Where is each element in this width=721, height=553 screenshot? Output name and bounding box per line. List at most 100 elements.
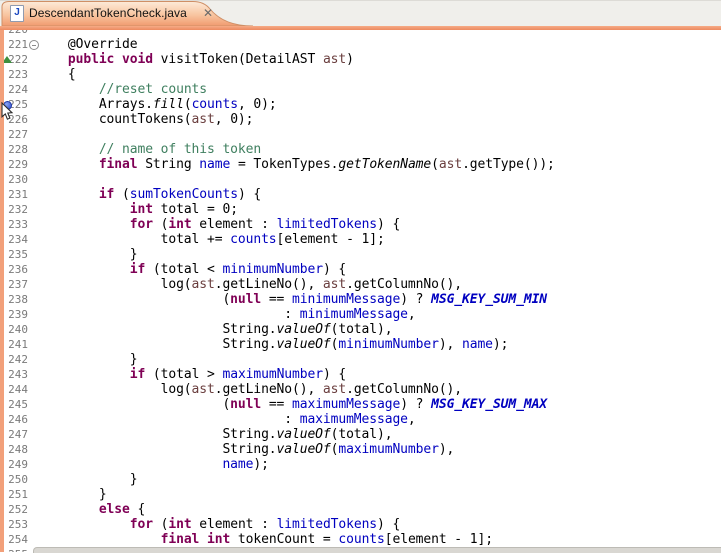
- code-line[interactable]: 221 @Override: [0, 37, 721, 52]
- code-token: ) {: [323, 367, 346, 382]
- code-text: }: [37, 487, 107, 502]
- code-line[interactable]: 248 String.valueOf(maximumNumber),: [0, 442, 721, 457]
- code-line[interactable]: 223 {: [0, 67, 721, 82]
- line-number[interactable]: 247: [0, 427, 28, 442]
- code-line[interactable]: 252 else {: [0, 502, 721, 517]
- code-text: final String name = TokenTypes.getTokenN…: [37, 157, 555, 172]
- line-number[interactable]: 231: [0, 187, 28, 202]
- line-number[interactable]: 221: [0, 37, 28, 52]
- code-line[interactable]: 239 : minimumMessage,: [0, 307, 721, 322]
- tab-bar-accent-border: [0, 26, 721, 30]
- code-line[interactable]: 251 }: [0, 487, 721, 502]
- line-number[interactable]: 246: [0, 412, 28, 427]
- code-line[interactable]: 230: [0, 172, 721, 187]
- code-text: {: [37, 67, 76, 82]
- code-token: minimumNumber: [338, 337, 438, 352]
- code-line[interactable]: 246 : maximumMessage,: [0, 412, 721, 427]
- breakpoint-icon[interactable]: [3, 101, 12, 110]
- code-text: if (total < minimumNumber) {: [37, 262, 346, 277]
- code-text: public void visitToken(DetailAST ast): [37, 52, 354, 67]
- code-text: }: [37, 472, 137, 487]
- line-number[interactable]: 254: [0, 532, 28, 547]
- code-line[interactable]: 236 if (total < minimumNumber) {: [0, 262, 721, 277]
- editor-left-accent-border: [0, 30, 4, 552]
- line-number[interactable]: 230: [0, 172, 28, 187]
- line-number[interactable]: 255: [0, 547, 28, 552]
- code-token: (: [431, 157, 439, 172]
- code-line[interactable]: 250 }: [0, 472, 721, 487]
- line-number[interactable]: 252: [0, 502, 28, 517]
- code-line[interactable]: 235 }: [0, 247, 721, 262]
- tab-close-icon[interactable]: ✕: [203, 6, 213, 20]
- code-line[interactable]: 227: [0, 127, 721, 142]
- code-line[interactable]: 245 (null == maximumMessage) ? MSG_KEY_S…: [0, 397, 721, 412]
- line-number[interactable]: 238: [0, 292, 28, 307]
- code-line[interactable]: 242 }: [0, 352, 721, 367]
- code-line[interactable]: 233 for (int element : limitedTokens) {: [0, 217, 721, 232]
- line-number[interactable]: 243: [0, 367, 28, 382]
- code-text: for (int element : limitedTokens) {: [37, 217, 400, 232]
- code-line[interactable]: 238 (null == minimumMessage) ? MSG_KEY_S…: [0, 292, 721, 307]
- code-line[interactable]: 247 String.valueOf(total),: [0, 427, 721, 442]
- code-token: String.: [37, 442, 277, 457]
- line-number[interactable]: 239: [0, 307, 28, 322]
- code-line[interactable]: 237 log(ast.getLineNo(), ast.getColumnNo…: [0, 277, 721, 292]
- code-line[interactable]: 240 String.valueOf(total),: [0, 322, 721, 337]
- code-text: String.valueOf(total),: [37, 427, 392, 442]
- line-number[interactable]: 237: [0, 277, 28, 292]
- code-line[interactable]: 225 Arrays.fill(counts, 0);: [0, 97, 721, 112]
- code-token: }: [37, 487, 107, 502]
- line-number[interactable]: 251: [0, 487, 28, 502]
- code-token: }: [37, 247, 137, 262]
- code-token: ==: [261, 397, 292, 412]
- code-token: [37, 367, 130, 382]
- code-token: int: [207, 532, 230, 547]
- line-number[interactable]: 244: [0, 382, 28, 397]
- code-line[interactable]: 249 name);: [0, 457, 721, 472]
- code-line[interactable]: 243 if (total > maximumNumber) {: [0, 367, 721, 382]
- code-line[interactable]: 241 String.valueOf(minimumNumber), name)…: [0, 337, 721, 352]
- line-number[interactable]: 235: [0, 247, 28, 262]
- tab-descendanttokencheck[interactable]: J DescendantTokenCheck.java ✕: [1, 0, 259, 26]
- code-line[interactable]: 234 total += counts[element - 1];: [0, 232, 721, 247]
- code-token: countTokens(: [37, 112, 192, 127]
- code-token: minimumMessage: [300, 307, 408, 322]
- line-number[interactable]: 241: [0, 337, 28, 352]
- code-token: (total >: [145, 367, 222, 382]
- line-number[interactable]: 229: [0, 157, 28, 172]
- code-line[interactable]: 231 if (sumTokenCounts) {: [0, 187, 721, 202]
- code-line[interactable]: 228 // name of this token: [0, 142, 721, 157]
- line-number[interactable]: 250: [0, 472, 28, 487]
- line-number[interactable]: 248: [0, 442, 28, 457]
- line-number[interactable]: 253: [0, 517, 28, 532]
- code-token: String.: [37, 337, 277, 352]
- code-line[interactable]: 226 countTokens(ast, 0);: [0, 112, 721, 127]
- line-number[interactable]: 234: [0, 232, 28, 247]
- line-number[interactable]: 226: [0, 112, 28, 127]
- line-number[interactable]: 228: [0, 142, 28, 157]
- code-line[interactable]: 232 int total = 0;: [0, 202, 721, 217]
- code-token: [37, 457, 222, 472]
- line-number[interactable]: 233: [0, 217, 28, 232]
- code-line[interactable]: 229 final String name = TokenTypes.getTo…: [0, 157, 721, 172]
- code-token: int: [168, 517, 191, 532]
- line-number[interactable]: 245: [0, 397, 28, 412]
- code-editor[interactable]: 220221 @Override222 public void visitTok…: [0, 0, 721, 552]
- code-text: String.valueOf(maximumNumber),: [37, 442, 454, 457]
- code-token: //reset counts: [99, 82, 207, 97]
- line-number[interactable]: 232: [0, 202, 28, 217]
- code-line[interactable]: 244 log(ast.getLineNo(), ast.getColumnNo…: [0, 382, 721, 397]
- line-number[interactable]: 240: [0, 322, 28, 337]
- line-number[interactable]: 249: [0, 457, 28, 472]
- line-number[interactable]: 223: [0, 67, 28, 82]
- line-number[interactable]: 242: [0, 352, 28, 367]
- code-line[interactable]: 253 for (int element : limitedTokens) {: [0, 517, 721, 532]
- code-token: );: [253, 457, 268, 472]
- code-line[interactable]: 224 //reset counts: [0, 82, 721, 97]
- code-line[interactable]: 222 public void visitToken(DetailAST ast…: [0, 52, 721, 67]
- line-number[interactable]: 224: [0, 82, 28, 97]
- line-number[interactable]: 236: [0, 262, 28, 277]
- horizontal-scrollbar[interactable]: [33, 547, 721, 553]
- line-number[interactable]: 227: [0, 127, 28, 142]
- code-line[interactable]: 254 final int tokenCount = counts[elemen…: [0, 532, 721, 547]
